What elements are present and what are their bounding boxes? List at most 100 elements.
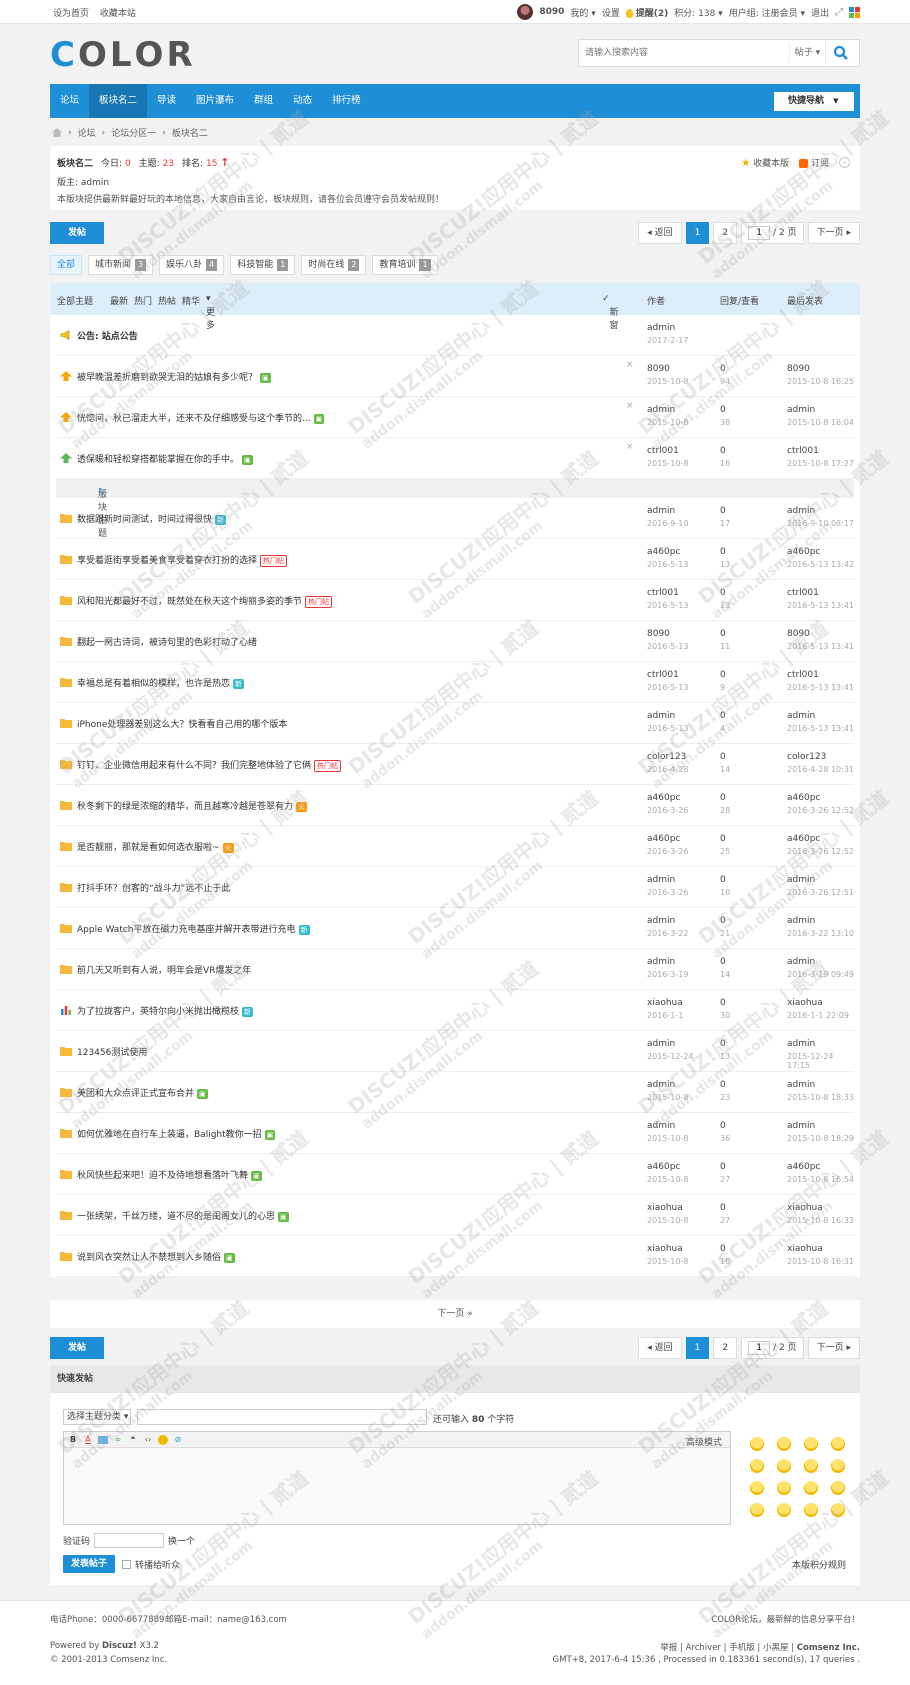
smiley-icon[interactable] xyxy=(777,1437,791,1451)
filter-hot[interactable]: 热门 xyxy=(134,294,152,307)
thread-last-poster[interactable]: color123 xyxy=(787,752,826,762)
thread-author[interactable]: admin xyxy=(647,506,675,516)
points-rules-link[interactable]: 本版积分规则 xyxy=(792,1558,846,1571)
thread-title[interactable]: iPhone处理器差别这么大？快看看自己用的哪个版本 xyxy=(77,717,287,730)
footer-link-report[interactable]: 举报 xyxy=(660,1643,677,1653)
thread-author[interactable]: a460pc xyxy=(647,1162,680,1172)
pager-page-2[interactable]: 2 xyxy=(713,1337,738,1359)
thread-last-poster[interactable]: xiaohua xyxy=(787,1244,823,1254)
filter-more[interactable]: 更多 ▾ xyxy=(206,294,215,331)
my-menu[interactable]: 我的 ▾ xyxy=(570,6,595,19)
thread-title[interactable]: 透保暖和轻松穿搭都能掌握在你的手中。 ▣ xyxy=(77,452,253,465)
thread-title[interactable]: 美团和大众点评正式宣布合并 ▣ xyxy=(77,1086,208,1099)
thread-title[interactable]: 享受着逛街享受着美食享受着穿衣打扮的选择 热门帖 xyxy=(77,553,288,567)
next-page-link[interactable]: 下一页 » xyxy=(50,1300,860,1328)
table-row[interactable]: 123456测试使用 admin 2015-12-24 0 13 admin 2… xyxy=(56,1031,854,1072)
points-menu[interactable]: 积分: 138 ▾ xyxy=(674,6,722,19)
thread-author[interactable]: admin xyxy=(647,957,675,967)
thread-author[interactable]: xiaohua xyxy=(647,1203,683,1213)
table-row[interactable]: 数据跟新时间测试，时间过得很快新 admin 2016-9-10 0 17 ad… xyxy=(56,498,854,539)
avatar[interactable] xyxy=(517,4,534,20)
thread-last-poster[interactable]: admin xyxy=(787,916,815,926)
image-icon[interactable] xyxy=(98,1435,108,1444)
category-city-news[interactable]: 城市新闻 3 xyxy=(88,255,154,275)
thread-last-poster[interactable]: admin xyxy=(787,1080,815,1090)
thread-author[interactable]: ctrl001 xyxy=(647,670,679,680)
breadcrumb-section[interactable]: 论坛分区一 xyxy=(111,126,156,139)
filter-hotpost[interactable]: 热帖 xyxy=(158,294,176,307)
post-title-input[interactable] xyxy=(137,1409,427,1425)
pager-jump-input[interactable] xyxy=(748,226,771,240)
table-row[interactable]: 秋风快些起来吧！迫不及待地想看落叶飞舞 ▣ a460pc 2015-10-8 0 … xyxy=(56,1154,854,1195)
pager-page-1[interactable]: 1 xyxy=(685,222,710,244)
category-all[interactable]: 全部 xyxy=(50,255,83,275)
site-logo[interactable]: C O L O R xyxy=(50,38,194,72)
smiley-icon[interactable] xyxy=(750,1481,764,1495)
thread-last-poster[interactable]: admin xyxy=(787,506,815,516)
home-icon[interactable] xyxy=(52,128,62,137)
thread-author[interactable]: color123 xyxy=(647,752,686,762)
settings-link[interactable]: 设置 xyxy=(602,6,620,19)
table-row[interactable]: 翻起一阕古诗词，被诗句里的色彩打动了心绪 8090 2016-5-13 0 11… xyxy=(56,621,854,662)
thread-title[interactable]: 秋冬剩下的绿是浓缩的精华，而且越寒冷越是苍翠有力火 xyxy=(77,799,308,812)
thread-title[interactable]: 恍惚间，秋已溜走大半，还来不及仔细感受与这个季节的... ▣ xyxy=(77,411,325,424)
thread-last-poster[interactable]: ctrl001 xyxy=(787,670,819,680)
table-row[interactable]: 为了拉拢客户，英特尔向小米抛出橄榄枝新 xiaohua 2016-1-1 0 3… xyxy=(56,990,854,1031)
pager-back-button[interactable]: ◂ 返回 xyxy=(638,1337,682,1359)
table-row[interactable]: 秋冬剩下的绿是浓缩的精华，而且越寒冷越是苍翠有力火 a460pc 2016-3-… xyxy=(56,785,854,826)
unpin-close-icon[interactable]: × xyxy=(626,360,634,370)
thread-author[interactable]: a460pc xyxy=(647,547,680,557)
thread-author[interactable]: 8090 xyxy=(647,629,670,639)
thread-last-poster[interactable]: admin xyxy=(787,405,815,415)
post-button-top[interactable]: 发帖 xyxy=(50,222,104,244)
collapse-icon[interactable]: – xyxy=(839,157,850,168)
thread-author[interactable]: admin xyxy=(647,1121,675,1131)
table-row[interactable]: Apple Watch平放在磁力充电基座并解开表带进行充电新 admin 201… xyxy=(56,908,854,949)
thread-last-poster[interactable]: 8090 xyxy=(787,364,810,374)
thread-last-poster[interactable]: admin xyxy=(787,957,815,967)
search-button[interactable] xyxy=(825,40,855,66)
thread-author[interactable]: a460pc xyxy=(647,793,680,803)
table-row[interactable]: 享受着逛街享受着美食享受着穿衣打扮的选择 热门帖 a460pc 2016-5-13… xyxy=(56,539,854,580)
table-row[interactable]: 打抖手环？创客的“战斗力”远不止于此 admin 2016-3-26 0 10 … xyxy=(56,867,854,908)
smiley-icon[interactable] xyxy=(804,1481,818,1495)
thread-last-poster[interactable]: a460pc xyxy=(787,834,820,844)
bookmark-link[interactable]: 收藏本站 xyxy=(100,9,136,19)
thread-author[interactable]: a460pc xyxy=(647,834,680,844)
nav-item-groups[interactable]: 群组 xyxy=(244,84,283,118)
username[interactable]: 8090 xyxy=(539,7,564,17)
footer-brand[interactable]: Discuz! xyxy=(102,1641,137,1651)
thread-last-poster[interactable]: xiaohua xyxy=(787,1203,823,1213)
footer-link-mobile[interactable]: 手机版 xyxy=(729,1643,755,1653)
thread-title[interactable]: 秋风快些起来吧！迫不及待地想看落叶飞舞 ▣ xyxy=(77,1168,262,1181)
thread-title[interactable]: 翻起一阕古诗词，被诗句里的色彩打动了心绪 xyxy=(77,635,257,648)
smiley-icon[interactable] xyxy=(777,1459,791,1473)
table-row[interactable]: 钉钉、企业微信用起来有什么不同？我们完整地体验了它俩 热门帖 color123 2… xyxy=(56,744,854,785)
thread-last-poster[interactable]: a460pc xyxy=(787,547,820,557)
smiley-icon[interactable] xyxy=(804,1503,818,1517)
subscribe-button[interactable]: 订阅 xyxy=(799,156,829,169)
captcha-refresh-link[interactable]: 换一个 xyxy=(168,1534,195,1547)
nav-item-pictures[interactable]: 图片瀑布 xyxy=(186,84,244,118)
table-row[interactable]: 是否靓丽，那就是看如何选衣服啦~ 火 a460pc 2016-3-26 0 25 … xyxy=(56,826,854,867)
search-input[interactable] xyxy=(579,41,789,65)
table-row[interactable]: 前几天又听到有人说，明年会是VR爆发之年 admin 2016-3-19 0 1… xyxy=(56,949,854,990)
category-fashion[interactable]: 时尚在线 2 xyxy=(301,255,367,275)
smiley-icon[interactable] xyxy=(831,1437,845,1451)
thread-title[interactable]: 数据跟新时间测试，时间过得很快新 xyxy=(77,512,227,525)
quick-nav-button[interactable]: 快捷导航 ▼ xyxy=(774,92,854,111)
nav-item-board2[interactable]: 板块名二 xyxy=(89,84,148,118)
thread-author[interactable]: ctrl001 xyxy=(647,446,679,456)
filter-digest[interactable]: 精华 xyxy=(182,294,200,307)
thread-title[interactable]: 幸福总是有着相似的模样，也许是热恋新 xyxy=(77,676,245,689)
unpin-close-icon[interactable]: × xyxy=(626,442,634,452)
color-switch-icon[interactable] xyxy=(849,6,860,18)
table-row[interactable]: 幸福总是有着相似的模样，也许是热恋新 ctrl001 2016-5-13 0 9… xyxy=(56,662,854,703)
thread-author[interactable]: xiaohua xyxy=(647,998,683,1008)
thread-author[interactable]: 8090 xyxy=(647,364,670,374)
table-row[interactable]: 恍惚间，秋已溜走大半，还来不及仔细感受与这个季节的... ▣ × admin 20… xyxy=(56,397,854,438)
code-icon[interactable]: ‹› xyxy=(143,1435,153,1445)
captcha-input[interactable] xyxy=(94,1533,165,1548)
thread-title[interactable]: 是否靓丽，那就是看如何选衣服啦~ 火 xyxy=(77,840,234,853)
advanced-mode-link[interactable]: 高级模式 xyxy=(686,1435,722,1448)
